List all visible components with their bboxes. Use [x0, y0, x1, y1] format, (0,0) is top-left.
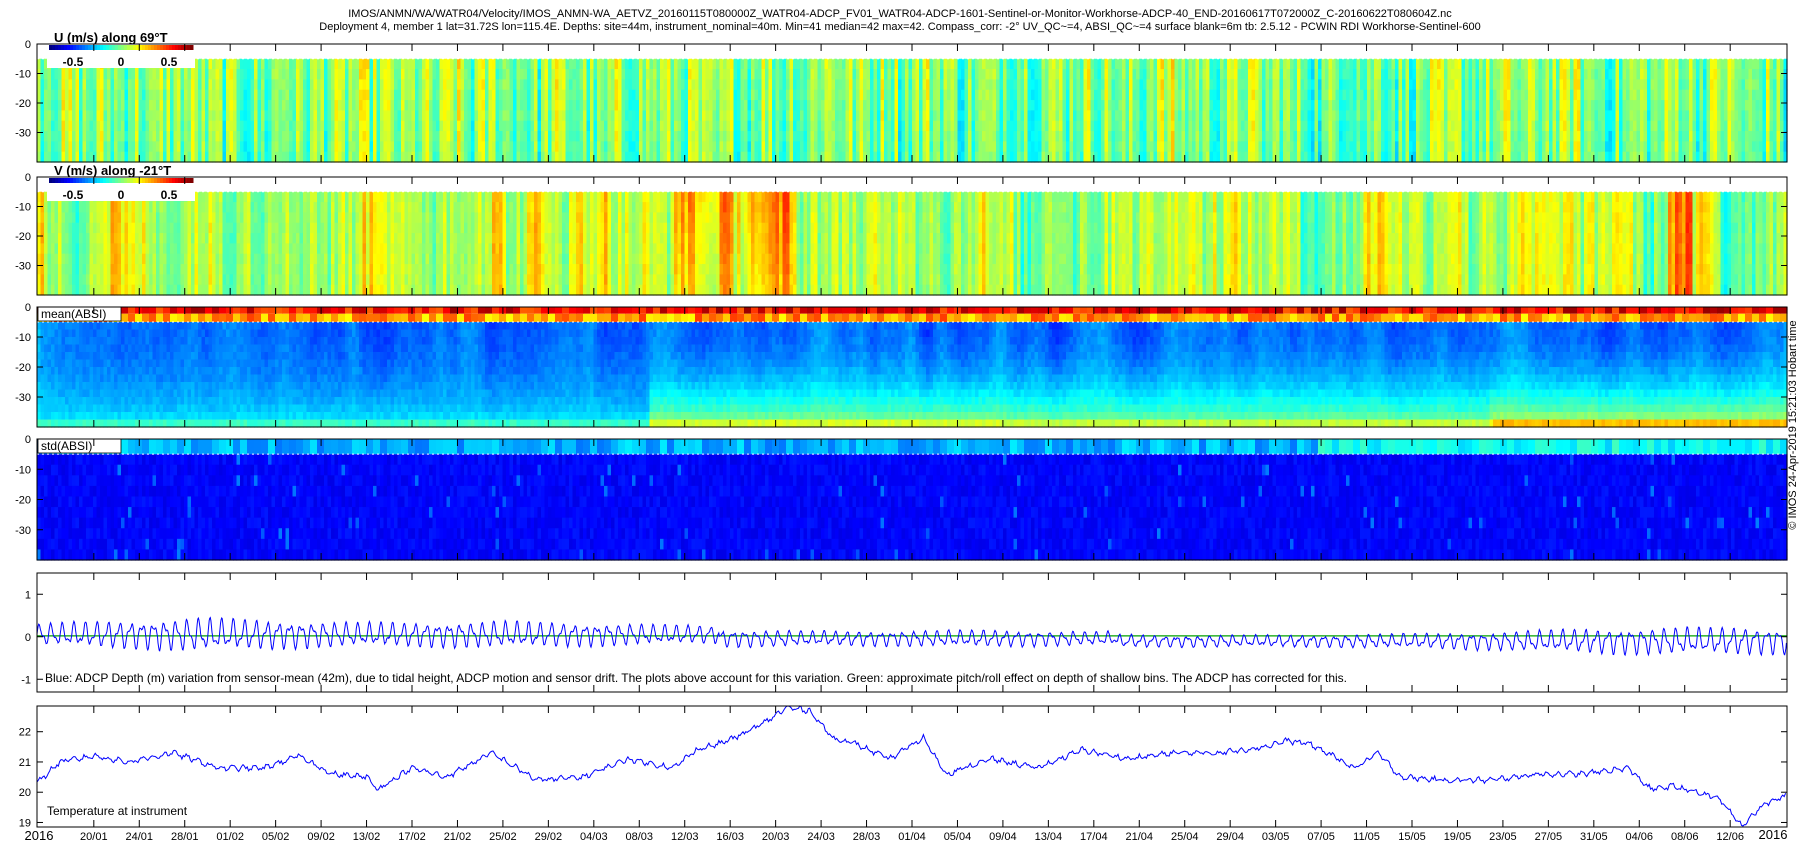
time-axis-label: 13/04	[1035, 831, 1063, 843]
time-axis-label: 21/02	[444, 831, 472, 843]
figure: IMOS/ANMN/WA/WATR04/Velocity/IMOS_ANMN-W…	[0, 0, 1800, 850]
heatmap-u	[37, 59, 1788, 163]
time-axis-label: 12/03	[671, 831, 699, 843]
depth-axis-tick-label: 0	[25, 172, 31, 184]
temperature-annotation: Temperature at instrument	[47, 804, 188, 818]
time-axis-label: 05/04	[944, 831, 972, 843]
time-axis-label: 20/01	[80, 831, 108, 843]
colorbar-v	[49, 178, 194, 183]
colorbar-tick-label: 0.5	[161, 188, 178, 202]
depth-annotation: Blue: ADCP Depth (m) variation from sens…	[45, 671, 1347, 685]
time-axis-label: 08/03	[626, 831, 654, 843]
copyright-note: © IMOS 24-Apr-2019 15:21:03 Hobart time	[1787, 320, 1799, 529]
depth-ytick-label: 0	[25, 632, 31, 644]
time-axis-label: 16/03	[716, 831, 744, 843]
time-axis-label: 01/04	[898, 831, 926, 843]
colorbar-tick-label: 0	[118, 188, 125, 202]
time-axis-label: 27/05	[1535, 831, 1563, 843]
colorbar-u	[49, 45, 194, 50]
time-axis-label: 19/05	[1444, 831, 1472, 843]
time-axis-label: 31/05	[1580, 831, 1608, 843]
panel-frame	[37, 706, 1787, 827]
heatmap-mean_absi	[37, 322, 1788, 428]
time-axis-label: 11/05	[1353, 831, 1380, 843]
time-axis-label: 29/02	[535, 831, 563, 843]
time-axis-label: 08/06	[1671, 831, 1699, 843]
panel-label-mean_absi: mean(ABSI)	[41, 307, 106, 321]
time-axis-label: 03/05	[1262, 831, 1290, 843]
depth-axis-tick-label: -10	[15, 464, 31, 476]
time-axis-label: 24/01	[126, 831, 154, 843]
time-axis-label: 07/05	[1307, 831, 1335, 843]
temperature-ytick-label: 21	[19, 757, 31, 769]
time-axis-label: 09/04	[989, 831, 1017, 843]
time-axis-label: 12/06	[1716, 831, 1744, 843]
time-axis-label: 28/01	[171, 831, 199, 843]
heatmap-std_absi	[37, 454, 1788, 560]
time-axis-label: 15/05	[1398, 831, 1426, 843]
depth-axis-tick-label: -20	[15, 495, 31, 507]
time-axis-label: 28/03	[853, 831, 881, 843]
time-axis-label: 29/04	[1216, 831, 1244, 843]
time-axis-label: 17/02	[398, 831, 426, 843]
depth-axis-tick-label: -20	[15, 231, 31, 243]
time-axis-label: 21/04	[1126, 831, 1154, 843]
time-axis-label: 13/02	[353, 831, 381, 843]
colorbar-tick-label: 0	[118, 55, 125, 69]
depth-axis-tick-label: -20	[15, 98, 31, 110]
depth-axis-tick-label: 0	[25, 39, 31, 51]
depth-axis-tick-label: 0	[25, 302, 31, 314]
time-axis-label: 04/03	[580, 831, 608, 843]
depth-axis-tick-label: -10	[15, 69, 31, 81]
panels: 1 0 -1 Blue: ADCP Depth (m) variation from …	[15, 30, 1788, 843]
time-axis-label: 20/03	[762, 831, 790, 843]
time-axis-label: 24/03	[807, 831, 835, 843]
temperature-series	[37, 706, 1786, 826]
depth-ytick-label: -1	[21, 674, 31, 686]
panel-label-v: V (m/s) along -21°T	[54, 163, 171, 178]
figure-title-line1: IMOS/ANMN/WA/WATR04/Velocity/IMOS_ANMN-W…	[348, 8, 1452, 20]
time-axis-label: 25/02	[489, 831, 517, 843]
depth-axis-tick-label: 0	[25, 434, 31, 446]
depth-axis-tick-label: -30	[15, 261, 31, 273]
depth-axis-tick-label: -10	[15, 202, 31, 214]
time-axis-label: 04/06	[1626, 831, 1654, 843]
year-label-right: 2016	[1759, 827, 1788, 842]
time-axis-label: 25/04	[1171, 831, 1199, 843]
time-axis-label: 01/02	[216, 831, 244, 843]
panel-label-u: U (m/s) along 69°T	[54, 30, 168, 45]
year-label-left: 2016	[25, 828, 54, 843]
panel-label-std_absi: std(ABSI)	[41, 439, 92, 453]
depth-axis-tick-label: -20	[15, 362, 31, 374]
depth-axis-tick-label: -10	[15, 332, 31, 344]
time-axis-label: 05/02	[262, 831, 290, 843]
colorbar-tick-label: -0.5	[63, 55, 84, 69]
colorbar-tick-label: -0.5	[63, 188, 84, 202]
heatmap-v	[37, 192, 1788, 296]
time-axis-label: 23/05	[1489, 831, 1517, 843]
time-axis-label: 09/02	[307, 831, 335, 843]
temperature-ytick-label: 20	[19, 787, 31, 799]
depth-axis-tick-label: -30	[15, 128, 31, 140]
figure-title-line2: Deployment 4, member 1 lat=31.72S lon=11…	[319, 21, 1480, 33]
colorbar-tick-label: 0.5	[161, 55, 178, 69]
time-axis-label: 17/04	[1080, 831, 1108, 843]
depth-axis-tick-label: -30	[15, 525, 31, 537]
depth-ytick-label: 1	[25, 589, 31, 601]
time-ticks	[94, 706, 1730, 827]
depth-axis-tick-label: -30	[15, 392, 31, 404]
temperature-ytick-label: 22	[19, 727, 31, 739]
